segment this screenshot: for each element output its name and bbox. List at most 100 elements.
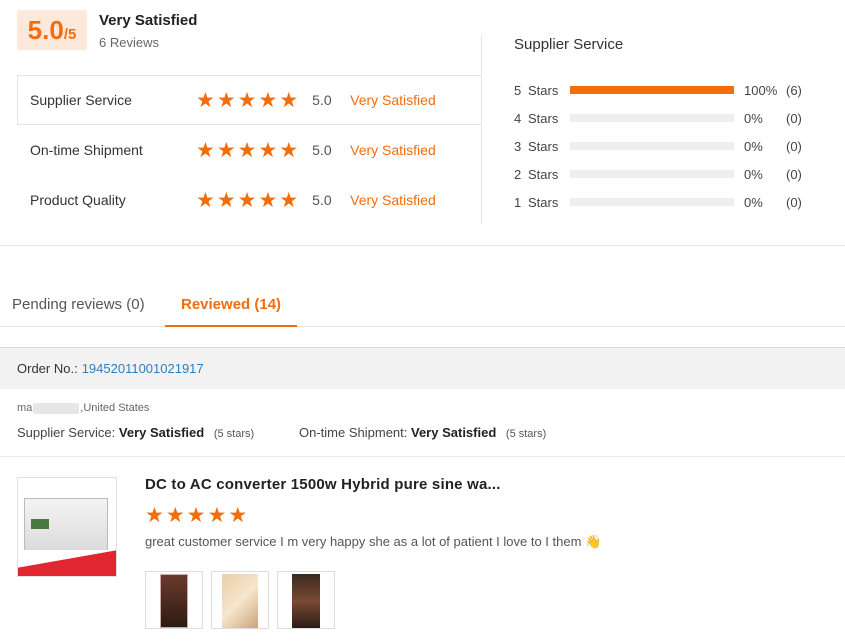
buyer-country: ,United States [80, 402, 150, 414]
distribution-count: (6) [786, 82, 802, 98]
star-icon: ★ [237, 137, 257, 162]
star-unit: Stars [528, 138, 559, 154]
tab-pending-reviews[interactable]: Pending reviews (0) [12, 296, 145, 313]
product-star-rating: ★ ★ ★ ★ ★ [145, 505, 247, 526]
overall-score: 5.0 [27, 15, 64, 45]
divider [0, 456, 845, 457]
product-thumbnail[interactable] [17, 477, 117, 577]
rating-value: 5.0 [312, 92, 332, 108]
brand-logo-band [18, 550, 116, 576]
distribution-title: Supplier Service [514, 36, 624, 53]
star-icon: ★ [186, 503, 206, 527]
review-comment: great customer service I m very happy sh… [145, 534, 602, 549]
distribution-row: 1 Stars 0% (0) [514, 192, 814, 212]
star-level: 1 [514, 194, 522, 210]
distribution-row: 5 Stars 100% (6) [514, 80, 814, 100]
section-divider [0, 245, 845, 246]
buyer-name: ma [17, 402, 33, 414]
overall-score-badge: 5.0/5 [17, 10, 87, 50]
redacted-name [33, 402, 80, 414]
rating-value: 5.0 [312, 142, 332, 158]
rating-value: 5.0 [312, 192, 332, 208]
star-icon: ★ [258, 187, 278, 212]
distribution-percent: 100% [744, 82, 778, 98]
sub-rating-value: Very Satisfied [411, 425, 497, 440]
star-icon: ★ [196, 87, 215, 112]
star-rating: ★ ★ ★ ★ ★ [196, 137, 299, 162]
star-icon: ★ [279, 87, 299, 112]
distribution-bar [570, 114, 734, 122]
star-icon: ★ [258, 87, 278, 112]
star-icon: ★ [228, 503, 248, 527]
star-icon: ★ [216, 137, 236, 162]
buyer-supplier-service-rating: Supplier Service: Very Satisfied (5 star… [17, 425, 254, 440]
rating-satisfaction: Very Satisfied [350, 142, 436, 158]
star-level: 3 [514, 138, 522, 154]
distribution-count: (0) [786, 166, 802, 182]
star-icon: ★ [258, 137, 278, 162]
distribution-percent: 0% [744, 194, 763, 210]
sub-rating-value: Very Satisfied [118, 425, 205, 440]
divider-vertical [481, 35, 482, 225]
star-unit: Stars [528, 110, 559, 126]
star-level: 4 [514, 110, 522, 126]
star-icon: ★ [165, 503, 185, 527]
review-photo[interactable] [145, 571, 203, 629]
star-icon: ★ [216, 187, 236, 212]
order-number-link[interactable]: 19452011001021917 [82, 361, 204, 376]
rating-satisfaction: Very Satisfied [350, 92, 436, 108]
star-unit: Stars [528, 166, 559, 182]
star-level: 2 [514, 166, 522, 182]
sub-rating-stars: (5 stars) [505, 428, 547, 440]
distribution-row: 4 Stars 0% (0) [514, 108, 814, 128]
distribution-percent: 0% [744, 110, 763, 126]
buyer-info: ma ,United States [17, 402, 149, 414]
rating-satisfaction: Very Satisfied [350, 192, 436, 208]
distribution-count: (0) [786, 138, 802, 154]
overall-satisfaction: Very Satisfied [99, 12, 198, 29]
tab-reviewed[interactable]: Reviewed (14) [181, 296, 281, 313]
distribution-bar [570, 142, 734, 150]
distribution-bar-fill [570, 86, 734, 94]
order-label: Order No.: [17, 361, 78, 376]
star-icon: ★ [196, 137, 215, 162]
product-title-link[interactable]: DC to AC converter 1500w Hybrid pure sin… [145, 476, 501, 493]
rating-row-supplier-service: Supplier Service ★ ★ ★ ★ ★ 5.0 Very Satisfie… [30, 75, 470, 125]
distribution-count: (0) [786, 194, 802, 210]
star-icon: ★ [196, 187, 215, 212]
order-header: Order No.: 19452011001021917 [0, 347, 845, 389]
star-icon: ★ [279, 137, 299, 162]
review-photo[interactable] [277, 571, 335, 629]
star-icon: ★ [207, 503, 227, 527]
distribution-bar [570, 86, 734, 94]
tabs-baseline [0, 326, 845, 327]
distribution-percent: 0% [744, 138, 763, 154]
distribution-bar [570, 170, 734, 178]
star-icon: ★ [237, 187, 257, 212]
star-icon: ★ [145, 503, 164, 527]
star-unit: Stars [528, 82, 559, 98]
sub-rating-label: On-time Shipment: [299, 425, 408, 440]
product-image [24, 498, 108, 558]
distribution-row: 2 Stars 0% (0) [514, 164, 814, 184]
rating-label: Supplier Service [30, 92, 132, 108]
overall-score-max: /5 [63, 26, 77, 43]
distribution-percent: 0% [744, 166, 763, 182]
rating-row-on-time-shipment: On-time Shipment ★ ★ ★ ★ ★ 5.0 Very Satisfie… [30, 125, 470, 175]
star-rating: ★ ★ ★ ★ ★ [196, 187, 299, 212]
buyer-shipment-rating: On-time Shipment: Very Satisfied (5 star… [299, 425, 546, 440]
review-count: 6 Reviews [99, 35, 159, 50]
star-rating: ★ ★ ★ ★ ★ [196, 87, 299, 112]
review-photo[interactable] [211, 571, 269, 629]
sub-rating-label: Supplier Service: [17, 425, 116, 440]
star-icon: ★ [279, 187, 299, 212]
rating-label: On-time Shipment [30, 142, 143, 158]
active-tab-indicator [165, 325, 297, 327]
star-level: 5 [514, 82, 522, 98]
rating-label: Product Quality [30, 192, 126, 208]
star-unit: Stars [528, 194, 559, 210]
sub-rating-stars: (5 stars) [213, 428, 255, 440]
rating-row-product-quality: Product Quality ★ ★ ★ ★ ★ 5.0 Very Satisfied [30, 175, 470, 225]
distribution-count: (0) [786, 110, 802, 126]
distribution-bar [570, 198, 734, 206]
